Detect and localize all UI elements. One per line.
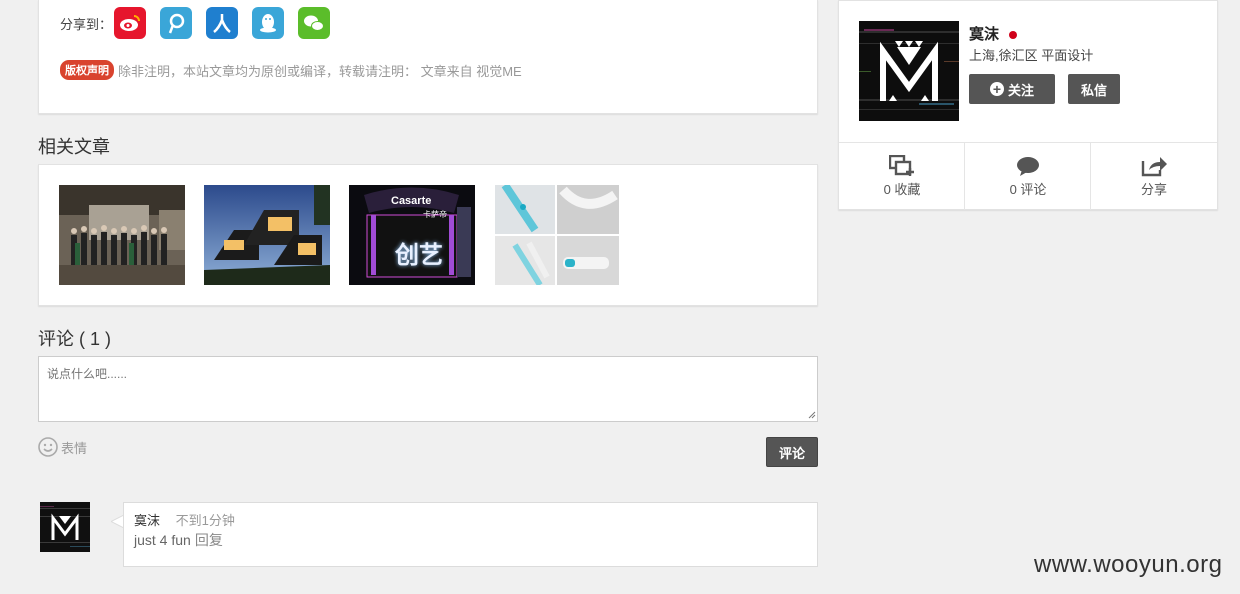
- author-avatar[interactable]: [859, 21, 959, 121]
- submit-comment-button[interactable]: 评论: [766, 437, 818, 467]
- share-row: 分享到：: [60, 7, 331, 39]
- share-icon: [1141, 157, 1167, 177]
- stat-collect-label: 0 收藏: [883, 182, 921, 197]
- online-status-dot: [1009, 30, 1018, 39]
- author-location: 上海,徐汇区 平面设计: [969, 48, 1094, 63]
- share-label: 分享到：: [60, 16, 113, 32]
- comment-input[interactable]: [38, 356, 818, 422]
- share-card: 分享到： 版权声明 除非注明，本站文章均为原创或编译，转载请注明： 文章来自 视…: [38, 0, 818, 114]
- author-name[interactable]: 寞沫: [969, 23, 999, 44]
- renren-icon[interactable]: [206, 7, 239, 39]
- reply-link[interactable]: 回复: [195, 532, 223, 548]
- emoji-button[interactable]: 表情: [38, 437, 87, 457]
- comment-time: 不到1分钟: [175, 513, 235, 528]
- plus-icon: +: [989, 82, 1004, 96]
- comment-body: just 4 fun 回复: [134, 530, 223, 550]
- tencent-weibo-icon[interactable]: [160, 7, 193, 39]
- stat-collect[interactable]: 0 收藏: [839, 143, 965, 210]
- resize-grip-icon[interactable]: [808, 411, 816, 419]
- emoji-label: 表情: [61, 440, 88, 456]
- author-profile-card: 寞沫 上海,徐汇区 平面设计 + 关注 私信 0 收藏 0 评论 分享: [838, 0, 1218, 210]
- copyright-text: 除非注明，本站文章均为原创或编译，转载请注明： 文章来自 视觉ME: [118, 63, 522, 79]
- comments-title: 评论 ( 1 ): [38, 329, 112, 349]
- comment-author[interactable]: 寞沫: [134, 513, 160, 528]
- follow-label: 关注: [1007, 82, 1034, 98]
- casarte-event-thumbnail[interactable]: Casarte 卡萨帝 创艺: [349, 185, 475, 285]
- smiley-icon: [38, 437, 58, 457]
- stat-comment-label: 0 评论: [1009, 182, 1047, 197]
- architecture-thumbnail[interactable]: [204, 185, 330, 285]
- stat-share[interactable]: 分享: [1091, 143, 1217, 210]
- stat-comment[interactable]: 0 评论: [965, 143, 1091, 210]
- private-message-button[interactable]: 私信: [1068, 74, 1120, 104]
- casarte-sub: 卡萨帝: [423, 210, 447, 219]
- weibo-icon[interactable]: [114, 7, 147, 39]
- commenter-avatar[interactable]: [40, 502, 90, 552]
- product-collage-thumbnail[interactable]: [495, 185, 619, 285]
- comment-item: 寞沫 不到1分钟 just 4 fun 回复: [123, 502, 818, 567]
- stat-share-label: 分享: [1140, 182, 1167, 197]
- wechat-icon[interactable]: [298, 7, 331, 39]
- comment-header: 寞沫 不到1分钟: [134, 510, 235, 529]
- comment-text: just 4 fun: [134, 532, 191, 548]
- watermark: www.wooyun.org: [1034, 551, 1223, 578]
- qq-icon[interactable]: [252, 7, 285, 39]
- related-articles: Casarte 卡萨帝 创艺: [38, 164, 818, 306]
- comment-icon: [1017, 157, 1039, 176]
- copyright-badge: 版权声明: [60, 60, 114, 80]
- follow-button[interactable]: + 关注: [969, 74, 1055, 104]
- casarte-logo: Casarte: [391, 195, 432, 207]
- related-title: 相关文章: [38, 137, 110, 157]
- group-photo-thumbnail[interactable]: [59, 185, 185, 285]
- copyright-notice: 版权声明 除非注明，本站文章均为原创或编译，转载请注明： 文章来自 视觉ME: [60, 60, 522, 80]
- collect-icon: [889, 155, 914, 176]
- casarte-caption: 创艺: [395, 242, 443, 269]
- author-name-row: 寞沫: [969, 23, 1018, 44]
